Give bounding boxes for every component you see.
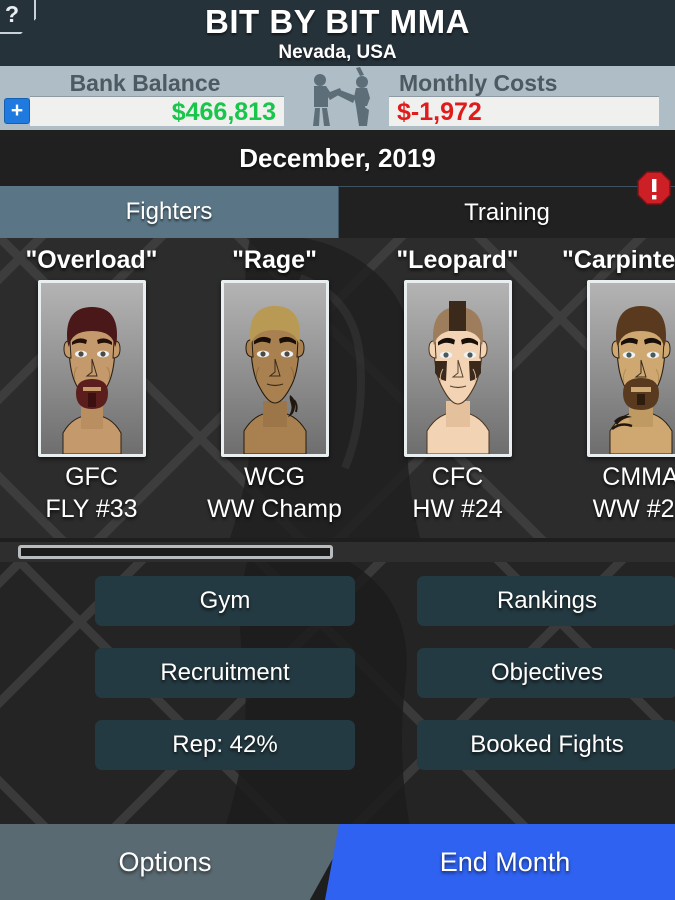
rankings-button[interactable]: Rankings (417, 576, 675, 626)
reputation-button[interactable]: Rep: 42% (95, 720, 355, 770)
fighter-org: WCG (243, 463, 306, 491)
current-date-bar: December, 2019 (0, 130, 675, 186)
fighter-card[interactable]: "Leopard" CFC HW #24 (366, 238, 549, 538)
fight-icon-group (290, 66, 385, 130)
game-screen: BIT BY BIT MMA Nevada, USA ? Bank Balanc… (0, 0, 675, 900)
options-label: Options (118, 847, 212, 877)
end-month-label: End Month (439, 847, 571, 877)
page-title: BIT BY BIT MMA (205, 3, 470, 40)
monthly-costs-label: Monthly Costs (399, 70, 558, 96)
fighter-card[interactable]: "Overload" GFC FLY #33 (0, 238, 183, 538)
recruitment-button[interactable]: Recruitment (95, 648, 355, 698)
tab-training[interactable]: Training (338, 186, 675, 238)
fighter-list[interactable]: "Overload" GFC FLY #33 "Rage" WCG WW Cha… (0, 238, 675, 538)
fighter-nickname: "Leopard" (396, 246, 519, 274)
tab-bar: Fighters Training (0, 186, 675, 238)
tab-fighters[interactable]: Fighters (0, 186, 338, 238)
bank-balance-value: $466,813 (171, 97, 276, 126)
finance-bar: Bank Balance + $466,813 Monthly Costs $-… (0, 66, 675, 130)
fighter-org: GFC (65, 463, 118, 491)
fighter-row: "Overload" GFC FLY #33 "Rage" WCG WW Cha… (0, 238, 675, 538)
objectives-button[interactable]: Objectives (417, 648, 675, 698)
bottom-bar: Options End Month (0, 824, 675, 900)
monthly-costs-field: $-1,972 (389, 96, 659, 126)
fighter-portrait[interactable] (403, 280, 512, 457)
fighter-rank: FLY #33 (45, 495, 138, 523)
fighter-org: CFC (431, 463, 484, 491)
title-bar: BIT BY BIT MMA Nevada, USA ? (0, 0, 675, 66)
fighter-org: CMMA (602, 463, 675, 491)
bank-balance-label: Bank Balance (69, 70, 221, 96)
fighter-nickname: "Overload" (25, 246, 158, 274)
fighter-rank: HW #24 (412, 495, 503, 523)
alert-octagon-icon[interactable] (637, 171, 671, 205)
fighter-portrait[interactable] (586, 280, 675, 457)
fighter-rank: WW #23 (592, 495, 675, 523)
monthly-costs-group: Monthly Costs $-1,972 (385, 66, 675, 130)
monthly-costs-value: $-1,972 (397, 97, 482, 126)
current-date: December, 2019 (239, 143, 436, 173)
fighter-card[interactable]: "Carpinteiro" (549, 238, 675, 538)
fighter-portrait[interactable] (220, 280, 329, 457)
booked-fights-button[interactable]: Booked Fights (417, 720, 675, 770)
two-fighters-icon (313, 67, 370, 126)
bank-balance-group: Bank Balance + $466,813 (0, 66, 290, 130)
fighter-portrait[interactable] (37, 280, 146, 457)
fighter-nickname: "Rage" (232, 246, 317, 274)
add-funds-button[interactable]: + (4, 98, 30, 124)
menu-button-grid: Gym Rankings Recruitment Objectives Rep:… (0, 562, 675, 824)
scrollbar-thumb[interactable] (18, 545, 333, 559)
gym-location: Nevada, USA (278, 42, 397, 63)
gym-button[interactable]: Gym (95, 576, 355, 626)
bank-balance-field: $466,813 (30, 96, 284, 126)
main-menu: Gym Rankings Recruitment Objectives Rep:… (0, 562, 675, 824)
fighter-nickname: "Carpinteiro" (561, 246, 675, 274)
fighter-rank: WW Champ (207, 495, 342, 523)
fighter-card[interactable]: "Rage" WCG WW Champ (183, 238, 366, 538)
fighter-list-scrollbar[interactable] (0, 542, 675, 562)
